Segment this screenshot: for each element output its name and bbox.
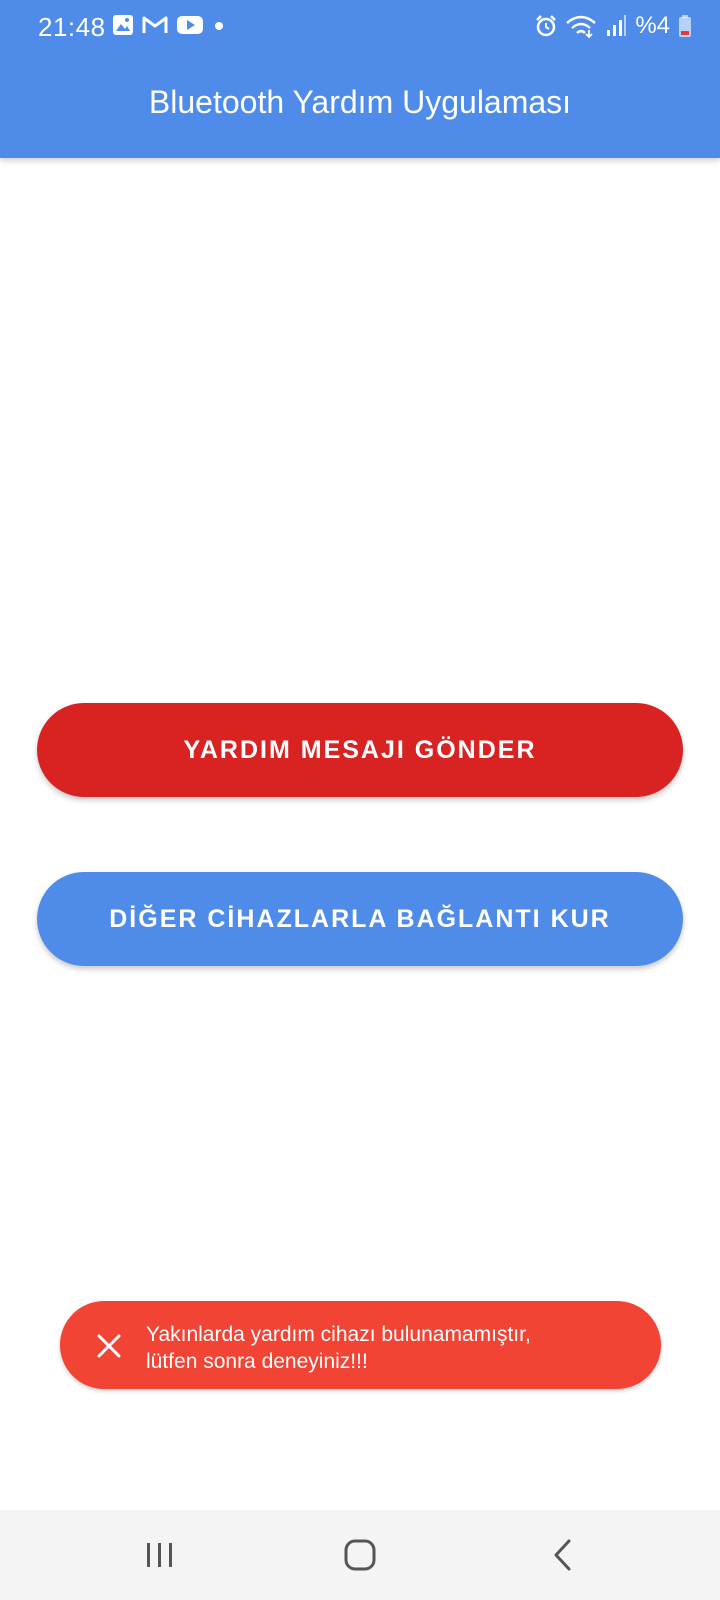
send-help-message-button[interactable]: YARDIM MESAJI GÖNDER: [37, 703, 683, 797]
home-icon: [344, 1539, 376, 1571]
toast-line-1: Yakınlarda yardım cihazı bulunamamıştır,: [146, 1323, 531, 1346]
status-right-icons: %4: [535, 12, 692, 40]
battery-icon: [679, 15, 691, 37]
status-left-icons: [112, 14, 226, 36]
navigation-bar: [0, 1510, 720, 1600]
recents-button[interactable]: [100, 1510, 220, 1600]
status-time: 21:48: [38, 12, 106, 42]
close-icon[interactable]: [96, 1333, 122, 1359]
signal-icon: [607, 15, 627, 36]
connect-devices-button[interactable]: DİĞER CİHAZLARLA BAĞLANTI KUR: [37, 872, 683, 966]
error-toast: Yakınlarda yardım cihazı bulunamamıştır,…: [60, 1301, 661, 1389]
screen: 21:48 %4 Bluetooth Yardım Uygulaması YAR…: [0, 0, 720, 1600]
dot-icon: [215, 22, 223, 30]
youtube-icon: [177, 16, 203, 34]
gmail-icon: [142, 16, 168, 33]
status-bar: 21:48 %4: [0, 0, 720, 54]
back-icon: [554, 1539, 571, 1571]
wifi-icon: [566, 15, 597, 38]
toast-line-2: lütfen sonra deneyiniz!!!: [146, 1350, 368, 1373]
home-button[interactable]: [300, 1510, 420, 1600]
back-button[interactable]: [503, 1510, 623, 1600]
header: 21:48 %4 Bluetooth Yardım Uygulaması: [0, 0, 720, 158]
app-title: Bluetooth Yardım Uygulaması: [148, 84, 572, 120]
recents-icon: [147, 1543, 172, 1567]
alarm-icon: [536, 15, 557, 37]
gallery-icon: [113, 15, 133, 35]
battery-percent: %4: [635, 12, 670, 39]
toast-message: Yakınlarda yardım cihazı bulunamamıştır,…: [146, 1321, 646, 1375]
